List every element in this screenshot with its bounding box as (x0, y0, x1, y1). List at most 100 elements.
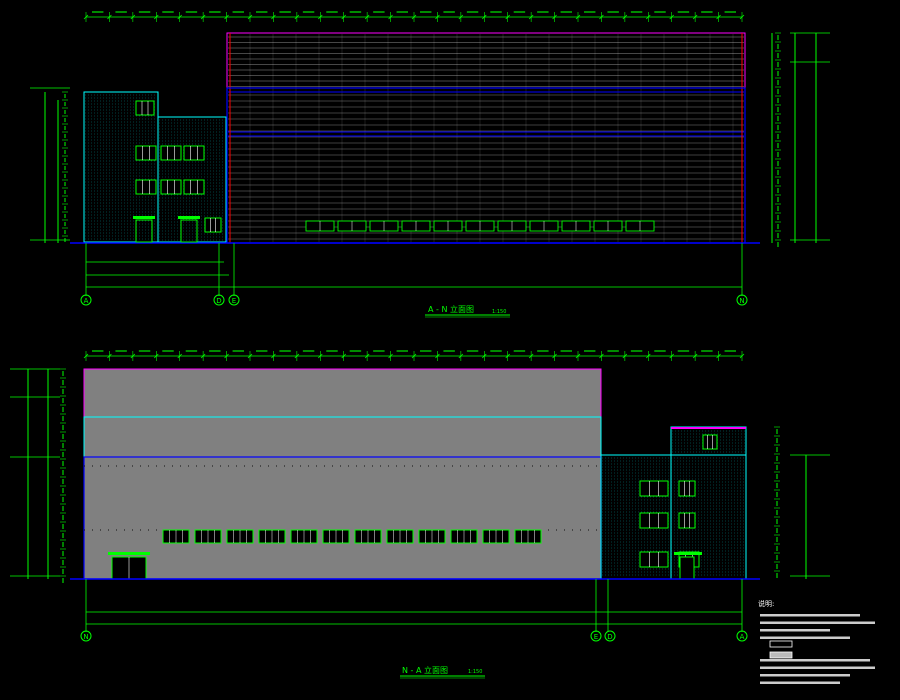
dimension-text-mark (513, 350, 526, 352)
window (160, 179, 182, 195)
vertical-tick-text (777, 170, 779, 175)
dimension-text-mark (326, 11, 338, 13)
vertical-tick-text (64, 198, 66, 202)
notes-text-line (760, 681, 840, 684)
door-canopy (178, 216, 200, 219)
vertical-tick-text (777, 134, 779, 139)
vertical-tick-text (62, 398, 64, 403)
dimension-text-mark (185, 350, 198, 352)
dimension-text-mark (326, 350, 338, 352)
dimension-text-mark (162, 350, 174, 352)
vertical-tick-text (776, 483, 778, 488)
dimension-text-mark (232, 350, 244, 352)
dimension-text-mark (560, 11, 572, 13)
vertical-tick-text (62, 542, 64, 547)
dimension-text-mark (607, 350, 619, 352)
dimension-text-mark (466, 11, 479, 13)
dimension-text-mark (724, 350, 736, 352)
vertical-tick-text (64, 206, 66, 210)
vertical-tick-text (776, 537, 778, 542)
dimension-text-mark (490, 350, 502, 352)
dimension-text-mark (138, 350, 151, 352)
window (702, 434, 718, 450)
vertical-tick-text (64, 174, 66, 178)
dimension-text-mark (256, 11, 268, 13)
dimension-text-mark (185, 11, 198, 13)
vertical-tick-text (62, 470, 64, 475)
vertical-tick-text (777, 206, 779, 211)
svg-text:A - N 立面图: A - N 立面图 (428, 304, 474, 314)
dimension-text-mark (349, 350, 362, 352)
svg-text:A: A (740, 633, 745, 641)
dimension-text-mark (373, 11, 385, 13)
vertical-tick-text (777, 152, 779, 157)
hall-main-wall (83, 456, 602, 580)
svg-text:D: D (216, 297, 221, 305)
vertical-tick-text (62, 533, 64, 538)
vertical-tick-text (777, 161, 779, 166)
vertical-tick-text (777, 107, 779, 112)
dimension-text-mark (607, 11, 619, 13)
vertical-tick-text (64, 126, 66, 130)
office-door-canopy (674, 552, 702, 555)
notes-text-line (760, 621, 875, 624)
vertical-tick-text (62, 380, 64, 385)
dimension-text-mark (209, 350, 221, 352)
svg-text:1:150: 1:150 (468, 669, 482, 675)
vertical-tick-text (64, 150, 66, 154)
vertical-tick-text (777, 242, 779, 247)
dimension-text-mark (302, 350, 315, 352)
dimension-text-mark (256, 350, 268, 352)
window (135, 145, 157, 161)
dimension-text-mark (584, 350, 596, 352)
vertical-tick-text (64, 134, 66, 138)
dimension-text-mark (677, 11, 690, 13)
window (639, 480, 669, 497)
vertical-tick-text (776, 465, 778, 470)
vertical-tick-text (64, 110, 66, 114)
vertical-tick-text (777, 98, 779, 103)
vertical-tick-text (776, 510, 778, 515)
vertical-tick-text (64, 222, 66, 226)
vertical-tick-text (776, 429, 778, 434)
dimension-text-mark (701, 11, 713, 13)
dimension-text-mark (138, 11, 151, 13)
vertical-tick-text (777, 224, 779, 229)
svg-text:A: A (84, 297, 89, 305)
vertical-tick-text (62, 434, 64, 439)
vertical-tick-text (776, 447, 778, 452)
cad-drawing-canvas: A D E N A - N 立面图 1:150 N E D A N - A 立面… (0, 0, 900, 700)
vertical-tick-text (777, 215, 779, 220)
vertical-tick-text (62, 578, 64, 583)
dimension-text-mark (232, 11, 244, 13)
dimension-text-mark (537, 11, 549, 13)
vertical-tick-text (777, 35, 779, 40)
vertical-tick-text (776, 474, 778, 479)
vertical-tick-text (62, 461, 64, 466)
dimension-text-mark (396, 11, 408, 13)
dimension-text-mark (420, 350, 432, 352)
vertical-tick-text (62, 524, 64, 529)
vertical-tick-text (64, 94, 66, 98)
vertical-tick-text (62, 488, 64, 493)
dimension-text-mark (443, 11, 455, 13)
svg-text:N: N (739, 297, 744, 305)
dimension-text-mark (92, 350, 104, 352)
vertical-tick-text (776, 564, 778, 569)
hall-door-canopy (108, 552, 150, 555)
svg-text:E: E (594, 633, 598, 641)
vertical-tick-text (64, 238, 66, 242)
dimension-text-mark (162, 11, 174, 13)
notes-text-line (760, 666, 875, 669)
office-door (679, 556, 695, 580)
vertical-tick-text (777, 44, 779, 49)
vertical-tick-text (62, 479, 64, 484)
vertical-tick-text (64, 118, 66, 122)
vertical-tick-text (64, 230, 66, 234)
notes-text-line (760, 629, 830, 632)
vertical-tick-text (777, 188, 779, 193)
vertical-tick-text (776, 573, 778, 578)
dimension-text-mark (209, 11, 221, 13)
vertical-tick-text (62, 497, 64, 502)
vertical-tick-text (777, 71, 779, 76)
